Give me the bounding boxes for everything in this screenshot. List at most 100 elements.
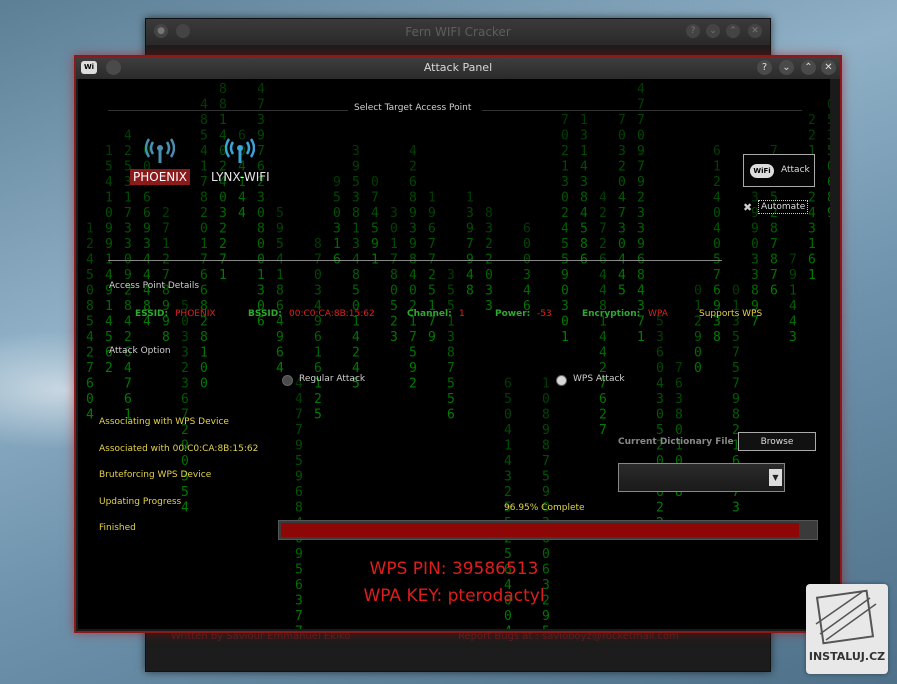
matrix-glyph: 3 (352, 144, 360, 159)
matrix-glyph: 4 (599, 346, 607, 361)
matrix-glyph: 0 (713, 237, 721, 252)
matrix-glyph: 9 (143, 222, 151, 237)
browse-button[interactable]: Browse (738, 432, 816, 451)
wifi-logo-icon: Wi (81, 61, 97, 74)
back-window-titlebar: ● Fern WIFI Cracker ? ⌄ ⌃ ✕ (146, 19, 770, 45)
matrix-glyph: 4 (371, 206, 379, 221)
matrix-glyph: 3 (561, 175, 569, 190)
matrix-glyph: 3 (675, 392, 683, 407)
matrix-glyph: 8 (542, 408, 550, 423)
matrix-glyph: 1 (808, 237, 816, 252)
matrix-glyph: 5 (561, 237, 569, 252)
matrix-glyph: 0 (675, 423, 683, 438)
matrix-glyph: 3 (637, 222, 645, 237)
regular-attack-label[interactable]: Regular Attack (299, 374, 365, 384)
dropdown-arrow-icon[interactable]: ▼ (769, 469, 782, 486)
matrix-glyph: 7 (86, 361, 94, 376)
matrix-glyph: 8 (770, 222, 778, 237)
matrix-glyph: 2 (352, 346, 360, 361)
matrix-glyph: 1 (561, 160, 569, 175)
matrix-glyph: 1 (105, 299, 113, 314)
matrix-glyph: 7 (770, 268, 778, 283)
power-label: Power: (495, 309, 531, 319)
matrix-glyph: 8 (276, 284, 284, 299)
back-minimize-icon[interactable]: ⌄ (706, 24, 720, 38)
matrix-glyph: 5 (447, 377, 455, 392)
wps-pin-result: WPS PIN: 39586513 (369, 559, 539, 579)
matrix-glyph: 0 (656, 408, 664, 423)
matrix-glyph: 5 (827, 113, 830, 128)
ssid-label-selected: PHOENIX (130, 169, 191, 185)
wps-attack-label[interactable]: WPS Attack (573, 374, 625, 384)
back-window-footer: Written by Saviour Emmanuel Ekiko Report… (146, 631, 770, 661)
close-button[interactable]: ✕ (821, 60, 836, 75)
matrix-glyph: 2 (124, 330, 132, 345)
dictionary-select[interactable]: ▼ (618, 463, 785, 492)
matrix-glyph: 0 (86, 284, 94, 299)
matrix-glyph: 8 (200, 113, 208, 128)
matrix-glyph: 2 (599, 206, 607, 221)
matrix-glyph: 2 (181, 361, 189, 376)
matrix-glyph: 9 (295, 439, 303, 454)
window-menu-icon[interactable] (106, 60, 121, 75)
attack-button[interactable]: WiFi Attack (743, 154, 815, 187)
matrix-rain-background: 1245085427604154109914914562425317330928… (86, 82, 830, 629)
matrix-glyph: 6 (276, 346, 284, 361)
back-window-menu-icon[interactable] (176, 24, 190, 38)
matrix-glyph: 8 (314, 237, 322, 252)
matrix-glyph: 3 (485, 284, 493, 299)
wifi-logo-icon: WiFi (750, 164, 774, 178)
matrix-glyph: 1 (637, 330, 645, 345)
matrix-glyph: 7 (124, 377, 132, 392)
matrix-glyph: 8 (352, 268, 360, 283)
wps-attack-radio[interactable] (556, 375, 567, 386)
matrix-glyph: 1 (105, 144, 113, 159)
matrix-glyph: 4 (504, 423, 512, 438)
back-maximize-icon[interactable]: ⌃ (726, 24, 740, 38)
matrix-glyph: 8 (485, 206, 493, 221)
matrix-glyph: 5 (333, 191, 341, 206)
matrix-glyph: 0 (827, 160, 830, 175)
target-title-rule-left (108, 110, 348, 111)
matrix-glyph: 3 (580, 129, 588, 144)
matrix-glyph: 2 (428, 268, 436, 283)
automate-checkbox-icon[interactable]: ✖ (743, 201, 752, 214)
matrix-glyph: 1 (561, 330, 569, 345)
matrix-glyph: 2 (713, 175, 721, 190)
matrix-glyph: 6 (656, 346, 664, 361)
matrix-glyph: 8 (770, 253, 778, 268)
back-close-icon[interactable]: ✕ (748, 24, 762, 38)
matrix-glyph: 9 (637, 144, 645, 159)
matrix-glyph: 6 (409, 175, 417, 190)
access-point-lynx[interactable]: LYNX-WIFI (208, 137, 273, 185)
essid-label: ESSID: (135, 309, 169, 319)
help-button[interactable]: ? (757, 60, 772, 75)
matrix-glyph: 3 (352, 237, 360, 252)
matrix-glyph: 9 (542, 609, 550, 624)
matrix-glyph: 4 (200, 144, 208, 159)
essid-value: PHOENIX (175, 309, 216, 319)
matrix-glyph: 9 (276, 330, 284, 345)
matrix-glyph: 8 (542, 439, 550, 454)
matrix-glyph: 7 (732, 346, 740, 361)
attack-option-title: Attack Option (109, 346, 171, 356)
minimize-button[interactable]: ⌄ (779, 60, 794, 75)
matrix-glyph: 3 (466, 206, 474, 221)
instaluj-logo-icon (815, 589, 877, 645)
maximize-button[interactable]: ⌃ (801, 60, 816, 75)
regular-attack-radio[interactable] (282, 375, 293, 386)
matrix-glyph: 3 (732, 501, 740, 516)
access-point-phoenix[interactable]: PHOENIX (130, 137, 191, 185)
dictionary-file-label: Current Dictionary File (618, 437, 734, 447)
back-help-icon[interactable]: ? (686, 24, 700, 38)
matrix-glyph: 5 (105, 160, 113, 175)
progress-fill (281, 523, 799, 537)
matrix-glyph: 3 (124, 237, 132, 252)
automate-checkbox[interactable]: Automate (758, 200, 809, 214)
matrix-glyph: 1 (200, 346, 208, 361)
matrix-glyph: 4 (713, 222, 721, 237)
matrix-glyph: 8 (219, 82, 227, 97)
matrix-glyph: 1 (808, 268, 816, 283)
matrix-glyph: 1 (713, 160, 721, 175)
matrix-glyph: 6 (124, 392, 132, 407)
